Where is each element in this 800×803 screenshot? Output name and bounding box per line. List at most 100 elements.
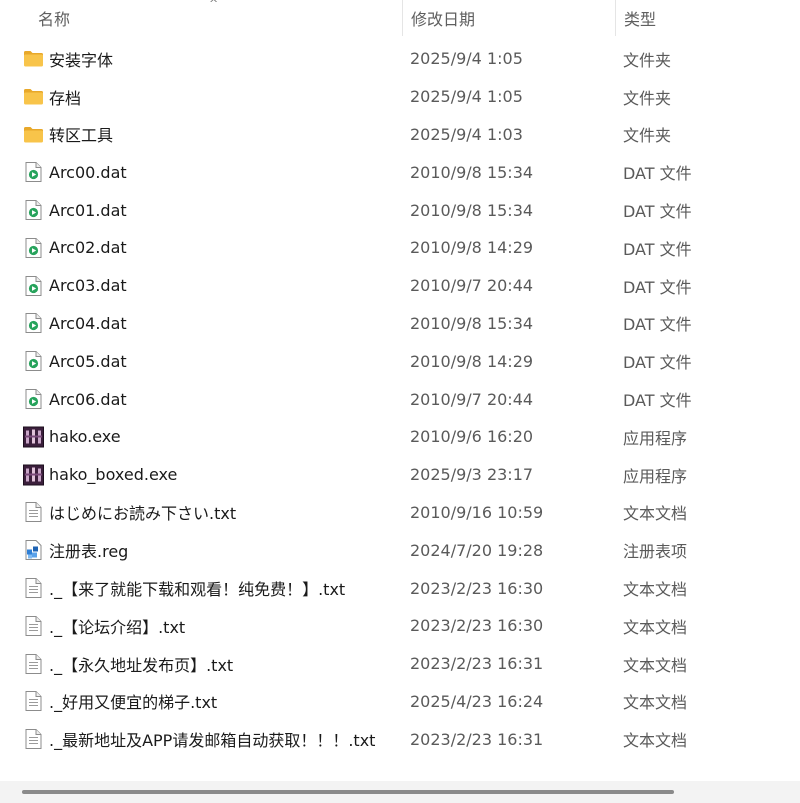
horizontal-scrollbar-thumb[interactable] [22,790,674,794]
file-name: ._最新地址及APP请发邮箱自动获取！！！.txt [49,731,376,751]
file-type: 文件夹 [623,50,672,70]
file-name: Arc01.dat [49,200,127,220]
file-modified-date: 2025/4/23 16:24 [410,691,544,711]
file-row[interactable]: Arc06.dat 2010/9/7 20:44 DAT 文件 [0,380,800,418]
file-list: 安装字体 2025/9/4 1:05 文件夹 存档 2025/9/4 1:05 … [0,40,800,758]
column-header-type[interactable]: 类型 [615,0,800,36]
text-file-icon [23,615,44,636]
file-type: 文本文档 [623,580,688,600]
file-modified-date: 2010/9/8 15:34 [410,313,534,333]
file-row[interactable]: Arc04.dat 2010/9/8 15:34 DAT 文件 [0,305,800,343]
file-name: ._【来了就能下载和观看！纯免费！】.txt [49,580,346,600]
folder-icon [23,86,44,107]
column-header-bar: 名称 ^ 修改日期 类型 [0,0,800,36]
file-type: 注册表项 [623,542,688,562]
file-name: Arc04.dat [49,313,127,333]
text-file-icon [23,578,44,599]
column-header-date[interactable]: 修改日期 [402,0,615,36]
file-row[interactable]: Arc00.dat 2010/9/8 15:34 DAT 文件 [0,153,800,191]
column-header-name[interactable]: 名称 [0,0,402,36]
file-modified-date: 2023/2/23 16:30 [410,616,544,636]
file-row[interactable]: 注册表.reg 2024/7/20 19:28 注册表项 [0,531,800,569]
file-type: 文本文档 [623,693,688,713]
app-icon [23,426,44,448]
registry-file-icon [23,540,44,561]
file-type: 文本文档 [623,731,688,751]
file-type: DAT 文件 [623,164,692,184]
file-row[interactable]: ._【来了就能下载和观看！纯免费！】.txt 2023/2/23 16:30 文… [0,569,800,607]
file-modified-date: 2010/9/16 10:59 [410,502,544,522]
file-type: DAT 文件 [623,391,692,411]
file-name: Arc03.dat [49,276,127,296]
file-row[interactable]: 存档 2025/9/4 1:05 文件夹 [0,78,800,116]
horizontal-scrollbar[interactable] [0,781,800,803]
file-modified-date: 2010/9/7 20:44 [410,389,534,409]
file-row[interactable]: はじめにお読み下さい.txt 2010/9/16 10:59 文本文档 [0,494,800,532]
media-file-icon [23,237,44,258]
file-modified-date: 2010/9/8 14:29 [410,351,534,371]
media-file-icon [23,313,44,334]
sort-ascending-icon: ^ [209,0,219,10]
file-type: 文本文档 [623,504,688,524]
file-name: hako_boxed.exe [49,465,178,485]
folder-icon [23,48,44,69]
file-type: DAT 文件 [623,353,692,373]
file-modified-date: 2010/9/8 15:34 [410,162,534,182]
column-header-name-label: 名称 [38,10,71,29]
file-type: 文本文档 [623,655,688,675]
file-row[interactable]: 转区工具 2025/9/4 1:03 文件夹 [0,116,800,154]
file-row[interactable]: ._【永久地址发布页】.txt 2023/2/23 16:31 文本文档 [0,645,800,683]
file-type: 文件夹 [623,88,672,108]
media-file-icon [23,351,44,372]
file-name: 安装字体 [49,50,114,70]
file-name: ._【论坛介绍】.txt [49,617,186,637]
file-row[interactable]: Arc05.dat 2010/9/8 14:29 DAT 文件 [0,342,800,380]
file-modified-date: 2023/2/23 16:31 [410,729,544,749]
file-modified-date: 2025/9/4 1:03 [410,124,523,144]
media-file-icon [23,162,44,183]
file-name: はじめにお読み下さい.txt [49,504,237,524]
media-file-icon [23,275,44,296]
file-explorer-window: 名称 ^ 修改日期 类型 安装字体 2025/9/4 1:05 文件夹 存档 2… [0,0,800,803]
file-type: DAT 文件 [623,315,692,335]
file-type: DAT 文件 [623,202,692,222]
app-icon [23,464,44,486]
file-name: hako.exe [49,427,121,447]
file-name: Arc05.dat [49,351,127,371]
file-modified-date: 2023/2/23 16:30 [410,578,544,598]
file-name: ._好用又便宜的梯子.txt [49,693,218,713]
column-header-date-label: 修改日期 [411,10,476,29]
file-modified-date: 2010/9/6 16:20 [410,427,534,447]
file-row[interactable]: Arc02.dat 2010/9/8 14:29 DAT 文件 [0,229,800,267]
file-type: 应用程序 [623,428,688,448]
file-row[interactable]: hako_boxed.exe 2025/9/3 23:17 应用程序 [0,456,800,494]
folder-icon [23,124,44,145]
file-row[interactable]: ._最新地址及APP请发邮箱自动获取！！！.txt 2023/2/23 16:3… [0,720,800,758]
file-name: 注册表.reg [49,542,129,562]
text-file-icon [23,729,44,750]
file-modified-date: 2025/9/4 1:05 [410,49,523,69]
file-name: Arc06.dat [49,389,127,409]
file-row[interactable]: ._好用又便宜的梯子.txt 2025/4/23 16:24 文本文档 [0,683,800,721]
file-name: 转区工具 [49,126,114,146]
file-modified-date: 2010/9/7 20:44 [410,276,534,296]
file-row[interactable]: Arc01.dat 2010/9/8 15:34 DAT 文件 [0,191,800,229]
file-type: DAT 文件 [623,239,692,259]
file-name: Arc02.dat [49,238,127,258]
file-type: 应用程序 [623,466,688,486]
file-name: 存档 [49,88,82,108]
file-row[interactable]: Arc03.dat 2010/9/7 20:44 DAT 文件 [0,267,800,305]
file-type: 文件夹 [623,126,672,146]
file-row[interactable]: ._【论坛介绍】.txt 2023/2/23 16:30 文本文档 [0,607,800,645]
media-file-icon [23,389,44,410]
file-type: 文本文档 [623,617,688,637]
file-modified-date: 2025/9/4 1:05 [410,87,523,107]
file-name: Arc00.dat [49,162,127,182]
media-file-icon [23,200,44,221]
file-type: DAT 文件 [623,277,692,297]
file-modified-date: 2010/9/8 15:34 [410,200,534,220]
text-file-icon [23,502,44,523]
text-file-icon [23,653,44,674]
file-row[interactable]: 安装字体 2025/9/4 1:05 文件夹 [0,40,800,78]
file-row[interactable]: hako.exe 2010/9/6 16:20 应用程序 [0,418,800,456]
